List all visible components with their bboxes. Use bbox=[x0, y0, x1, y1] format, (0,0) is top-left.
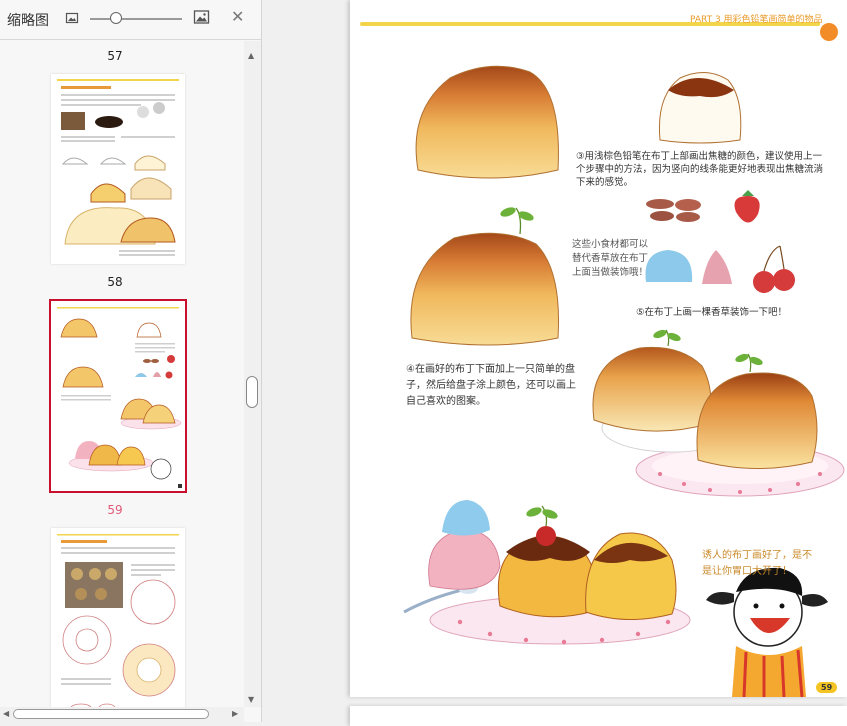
thumbnail-page-57[interactable] bbox=[51, 74, 185, 264]
scroll-down-arrow-icon[interactable]: ▼ bbox=[248, 695, 254, 704]
step-3-text: ③用浅棕色铅笔在布丁上部画出焦糖的颜色，建议使用上一个步骤中的方法，因为竖向的线… bbox=[576, 151, 824, 188]
page-number-badge: 59 bbox=[816, 682, 838, 693]
page-number-58: 58 bbox=[107, 275, 123, 289]
page-number-57: 57 bbox=[107, 49, 123, 63]
thumbnail-list: 57 58 59 bbox=[0, 41, 244, 707]
scroll-right-arrow-icon[interactable]: ▶ bbox=[232, 709, 238, 718]
thumbnail-58-preview bbox=[57, 307, 182, 488]
food-note-text: 这些小食材都可以替代香草放在布丁上面当做装饰哦！ bbox=[572, 239, 649, 278]
thumbnail-page-58[interactable] bbox=[49, 299, 187, 493]
document-page-59: PART 3 用彩色铅笔画简单的物品 ③用浅棕色铅笔在布丁上部画出焦糖的颜色，建… bbox=[350, 0, 847, 697]
horizontal-scroll-thumb[interactable] bbox=[13, 709, 209, 719]
large-image-icon[interactable] bbox=[193, 9, 210, 26]
thumbnail-page-59[interactable] bbox=[51, 528, 185, 707]
pudding-illustrations bbox=[403, 65, 845, 697]
small-image-icon[interactable] bbox=[65, 11, 79, 25]
thumbnail-horizontal-scrollbar[interactable]: ◀ ▶ bbox=[0, 707, 244, 722]
close-icon[interactable]: ✕ bbox=[231, 7, 244, 26]
vertical-scroll-thumb[interactable] bbox=[246, 376, 258, 408]
panel-title: 缩略图 bbox=[7, 13, 49, 29]
thumbnail-57-preview bbox=[57, 79, 179, 256]
step-4-text: ④在画好的布丁下面加上一只简单的盘子，然后给盘子涂上颜色，还可以画上自己喜欢的图… bbox=[406, 364, 576, 407]
page-number-59: 59 bbox=[107, 503, 123, 517]
next-document-page bbox=[350, 706, 847, 726]
zoom-slider-knob[interactable] bbox=[110, 12, 122, 24]
thumbnail-panel: 缩略图 ✕ 57 58 59 ▲ ▼ ◀ ▶ bbox=[0, 0, 262, 722]
scroll-left-arrow-icon[interactable]: ◀ bbox=[3, 709, 9, 718]
thumbnail-vertical-scrollbar[interactable]: ▲ ▼ bbox=[244, 41, 261, 707]
thumbnail-toolbar: 缩略图 ✕ bbox=[0, 0, 262, 40]
caption-text: 诱人的布丁画好了，是不是让你胃口大开了！ bbox=[702, 550, 812, 577]
scroll-up-arrow-icon[interactable]: ▲ bbox=[248, 51, 254, 60]
zoom-slider-track[interactable] bbox=[90, 18, 182, 20]
thumbnail-59-preview bbox=[57, 534, 179, 707]
step-5-text: ⑤在布丁上画一棵香草装饰一下吧！ bbox=[636, 307, 788, 318]
